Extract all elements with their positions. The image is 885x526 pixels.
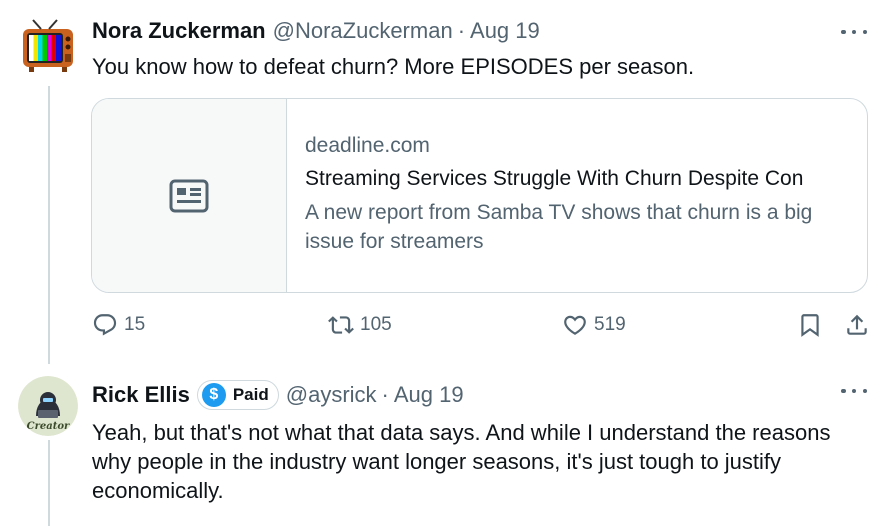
tweet-header: Nora Zuckerman @NoraZuckerman · Aug 19	[92, 18, 540, 44]
card-thumbnail	[92, 99, 287, 292]
retweet-count: 105	[360, 314, 392, 335]
card-domain: deadline.com	[305, 134, 430, 157]
paid-label: Paid	[232, 385, 269, 404]
dot-icon	[862, 29, 867, 35]
tweet-date[interactable]: Aug 19	[394, 382, 464, 408]
tweet-header: Rick Ellis $ Paid @aysrick · Aug 19	[92, 380, 464, 410]
tv-icon	[23, 19, 73, 72]
user-handle[interactable]: @aysrick	[286, 382, 377, 408]
bookmark-button[interactable]	[797, 312, 823, 338]
dot-icon	[851, 29, 857, 35]
tweet-actions: 15 105 519	[92, 312, 869, 342]
tweet-text: You know how to defeat churn? More EPISO…	[92, 54, 695, 79]
display-name[interactable]: Rick Ellis	[92, 382, 190, 408]
thread-line	[48, 440, 50, 526]
dot-icon	[862, 388, 867, 394]
dollar-icon: $	[201, 383, 226, 407]
avatar-label: Creator	[27, 421, 70, 432]
dot-icon	[841, 29, 846, 35]
reply-count: 15	[124, 314, 146, 335]
tweet-text: Yeah, but that's not what that data says…	[92, 420, 831, 503]
hacker-avatar-icon: Creator	[18, 376, 78, 436]
card-title: Streaming Services Struggle With Churn D…	[305, 167, 804, 190]
tweet-nora[interactable]: Nora Zuckerman @NoraZuckerman · Aug 19 Y…	[0, 0, 885, 360]
more-options-button[interactable]	[841, 22, 867, 42]
like-count: 519	[594, 314, 626, 335]
avatar[interactable]: Creator	[18, 376, 78, 436]
bookmark-icon	[801, 314, 819, 337]
more-options-button[interactable]	[841, 381, 867, 401]
newspaper-icon	[169, 179, 209, 212]
link-card[interactable]: deadline.com Streaming Services Struggle…	[91, 98, 868, 293]
like-button[interactable]: 519	[562, 312, 626, 338]
paid-badge[interactable]: $ Paid	[196, 380, 279, 410]
user-handle[interactable]: @NoraZuckerman	[273, 18, 453, 44]
avatar[interactable]	[19, 17, 79, 77]
card-description: A new report from Samba TV shows that ch…	[305, 201, 813, 253]
card-body: deadline.com Streaming Services Struggle…	[287, 99, 867, 292]
display-name[interactable]: Nora Zuckerman	[92, 18, 266, 44]
retweet-icon	[328, 316, 354, 334]
thread-line	[48, 86, 50, 364]
dot-icon	[851, 388, 857, 394]
heart-icon	[564, 315, 586, 335]
retweet-button[interactable]: 105	[328, 312, 392, 338]
tweet-date[interactable]: Aug 19	[470, 18, 540, 44]
separator: ·	[457, 18, 466, 43]
reply-button[interactable]: 15	[92, 312, 145, 338]
separator: ·	[381, 382, 389, 407]
share-button[interactable]	[844, 312, 870, 338]
share-icon	[847, 314, 867, 335]
dot-icon	[841, 388, 846, 394]
reply-icon	[93, 314, 117, 336]
